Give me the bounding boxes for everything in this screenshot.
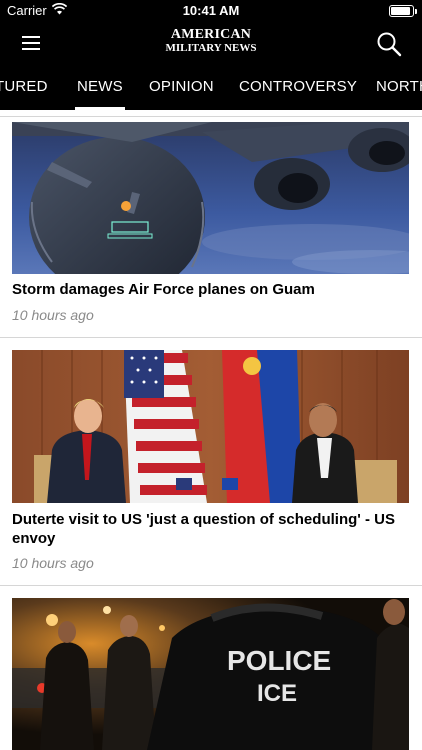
article-headline[interactable]: Duterte visit to US 'just a question of …: [12, 510, 409, 548]
article-timestamp: 10 hours ago: [12, 555, 94, 571]
tab-controversy[interactable]: CONTROVERSY: [239, 66, 357, 110]
svg-text:POLICE: POLICE: [227, 645, 331, 676]
article-headline[interactable]: Storm damages Air Force planes on Guam: [12, 280, 409, 299]
article-image[interactable]: [12, 122, 409, 274]
divider: [0, 337, 422, 338]
divider: [0, 585, 422, 586]
airplane-refuel-photo: [12, 122, 409, 274]
logo-line-1: AMERICAN: [170, 27, 252, 42]
tab-news[interactable]: NEWS: [75, 66, 125, 110]
tab-featured[interactable]: TURED: [0, 66, 48, 110]
article-image[interactable]: POLICE ICE: [12, 598, 409, 750]
article-image[interactable]: [12, 350, 409, 503]
app-logo: AMERICAN MILITARY NEWS: [0, 27, 422, 55]
search-icon[interactable]: [376, 31, 402, 57]
article-timestamp: 10 hours ago: [12, 307, 94, 323]
news-feed[interactable]: Storm damages Air Force planes on Guam 1…: [0, 110, 422, 750]
battery-icon: [389, 5, 417, 17]
police-ice-photo: POLICE ICE: [12, 598, 409, 750]
svg-text:ICE: ICE: [257, 680, 297, 707]
tab-north[interactable]: NORTH: [376, 66, 422, 110]
category-tabs: TURED NEWS OPINION CONTROVERSY NORTH: [0, 66, 422, 110]
leaders-meeting-photo: [12, 350, 409, 503]
divider: [0, 116, 422, 117]
clock: 10:41 AM: [182, 3, 240, 18]
logo-line-2: MILITARY NEWS: [165, 42, 257, 54]
nav-bar: AMERICAN MILITARY NEWS: [0, 22, 422, 66]
tab-opinion[interactable]: OPINION: [149, 66, 214, 110]
status-bar: Carrier 10:41 AM: [0, 0, 422, 22]
